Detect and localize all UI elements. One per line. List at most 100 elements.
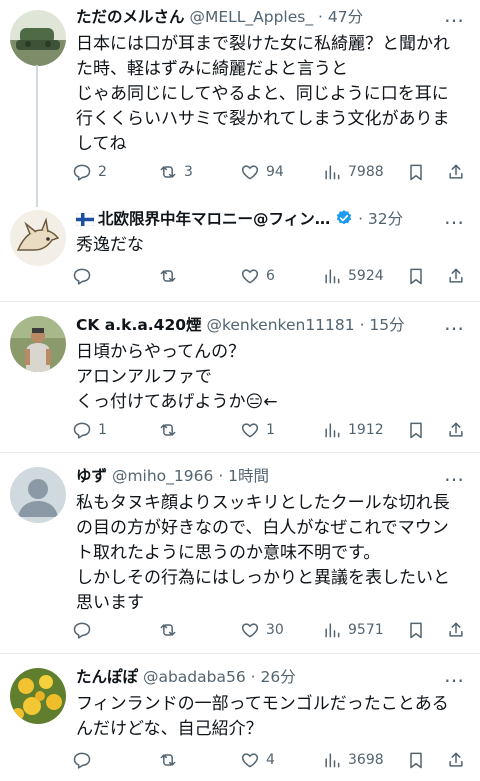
tweet-text: 私もタヌキ顔よりスッキリとしたクールな切れ長 の目の方が好きなので、白人がなぜこ… xyxy=(76,491,466,616)
views-button[interactable]: 3698 xyxy=(322,749,384,771)
tweet-text-line: んだけどな、自己紹介？ xyxy=(76,719,263,739)
bookmark-button[interactable] xyxy=(406,419,426,441)
bookmark-icon xyxy=(410,164,422,181)
view-count: 5924 xyxy=(348,268,384,284)
retweet-button[interactable] xyxy=(158,419,184,441)
action-bar: 2 3 94 7988 xyxy=(72,161,468,183)
action-bar: 6 5924 xyxy=(72,265,468,287)
reply-icon xyxy=(73,422,91,439)
tweet-text-line: アロンアルファで xyxy=(76,367,212,387)
tweet-text-line: の目の方が好きなので、白人がなぜこれでマウン xyxy=(76,518,449,538)
more-options-icon[interactable]: … xyxy=(442,665,466,690)
bookmark-icon xyxy=(410,752,422,769)
share-button[interactable] xyxy=(446,161,466,183)
share-icon xyxy=(449,164,463,179)
reply-button[interactable] xyxy=(72,619,98,641)
retweet-button[interactable]: 3 xyxy=(158,161,193,183)
view-count: 1912 xyxy=(348,422,384,438)
share-icon xyxy=(449,268,463,283)
heart-icon xyxy=(241,623,259,638)
like-button[interactable]: 94 xyxy=(240,161,284,183)
retweet-button[interactable] xyxy=(158,619,184,641)
avatar[interactable] xyxy=(10,210,66,266)
views-icon xyxy=(325,423,340,438)
tweet-text-line: 思います xyxy=(76,593,144,613)
reply-icon xyxy=(73,752,91,769)
reply-icon xyxy=(73,622,91,639)
timestamp[interactable]: · 1時間 xyxy=(218,467,269,485)
user-handle[interactable]: @miho_1966 xyxy=(112,467,213,485)
views-button[interactable]: 9571 xyxy=(322,619,384,641)
tweet-header: 北欧限界中年マロニー@フィン… · 32分 xyxy=(76,208,440,230)
view-count: 3698 xyxy=(348,752,384,768)
bookmark-button[interactable] xyxy=(406,265,426,287)
views-button[interactable]: 5924 xyxy=(322,265,384,287)
bookmark-icon xyxy=(410,622,422,639)
tweet[interactable]: 北欧限界中年マロニー@フィン… · 32分 … 秀逸だな 6 5924 xyxy=(0,200,480,300)
tweet-header: ゆず @miho_1966 · 1時間 xyxy=(76,465,440,487)
bookmark-button[interactable] xyxy=(406,161,426,183)
share-button[interactable] xyxy=(446,419,466,441)
tweet[interactable]: たんぽぽ @abadaba56 · 26分 … フィンランドの一部ってモンゴルだ… xyxy=(0,653,480,781)
reply-button[interactable] xyxy=(72,749,98,771)
bookmark-button[interactable] xyxy=(406,619,426,641)
display-name[interactable]: CK a.k.a.420煙 xyxy=(76,316,202,334)
tweet-text-line: くっ付けてあげようか😑← xyxy=(76,392,278,412)
user-handle[interactable]: @MELL_Apples_ xyxy=(189,8,313,26)
reply-icon xyxy=(73,268,91,285)
views-icon xyxy=(325,165,340,180)
timestamp[interactable]: · 47分 xyxy=(318,8,363,26)
more-options-icon[interactable]: … xyxy=(442,5,466,30)
more-options-icon[interactable]: … xyxy=(442,464,466,489)
display-name[interactable]: ゆず xyxy=(76,467,107,485)
share-button[interactable] xyxy=(446,265,466,287)
bookmark-button[interactable] xyxy=(406,749,426,771)
like-button[interactable]: 1 xyxy=(240,419,275,441)
timestamp[interactable]: · 15分 xyxy=(360,316,405,334)
reply-count: 1 xyxy=(98,422,107,438)
verified-badge-icon xyxy=(335,209,353,227)
finland-flag-icon xyxy=(76,210,95,227)
avatar[interactable] xyxy=(10,316,66,372)
views-button[interactable]: 1912 xyxy=(322,419,384,441)
views-icon xyxy=(325,623,340,638)
share-button[interactable] xyxy=(446,749,466,771)
tweet[interactable]: ただのメルさん @MELL_Apples_ · 47分 … 日本には口が耳まで裂… xyxy=(0,0,480,200)
reply-button[interactable]: 2 xyxy=(72,161,107,183)
display-name[interactable]: たんぽぽ xyxy=(76,668,138,686)
retweet-button[interactable] xyxy=(158,265,184,287)
display-name[interactable]: 北欧限界中年マロニー@フィン… xyxy=(98,210,330,228)
tweet-text-line: 日頃からやってんの？ xyxy=(76,342,246,362)
thread-connector-line xyxy=(36,65,38,207)
tweet-text-line: してね xyxy=(76,134,127,154)
timestamp[interactable]: · 32分 xyxy=(358,210,403,228)
avatar[interactable] xyxy=(10,668,66,724)
share-button[interactable] xyxy=(446,619,466,641)
timestamp[interactable]: · 26分 xyxy=(251,668,296,686)
more-options-icon[interactable]: … xyxy=(442,313,466,338)
like-button[interactable]: 30 xyxy=(240,619,284,641)
like-count: 1 xyxy=(266,422,275,438)
reply-button[interactable]: 1 xyxy=(72,419,107,441)
avatar[interactable] xyxy=(10,467,66,523)
display-name[interactable]: ただのメルさん xyxy=(76,8,185,26)
like-button[interactable]: 6 xyxy=(240,265,275,287)
action-bar: 1 1 1912 xyxy=(72,419,468,441)
like-count: 4 xyxy=(266,752,275,768)
tweet-text-line: しかしその行為にはしっかりと異議を表したいと xyxy=(76,568,450,588)
reply-button[interactable] xyxy=(72,265,98,287)
views-button[interactable]: 7988 xyxy=(322,161,384,183)
tweet[interactable]: CK a.k.a.420煙 @kenkenken11181 · 15分 … 日頃… xyxy=(0,301,480,451)
tweet-text-line: 秀逸だな xyxy=(76,235,144,255)
tweet[interactable]: ゆず @miho_1966 · 1時間 … 私もタヌキ顔よりスッキリとしたクール… xyxy=(0,452,480,652)
retweet-button[interactable] xyxy=(158,749,184,771)
more-options-icon[interactable]: … xyxy=(442,207,466,232)
user-handle[interactable]: @kenkenken11181 xyxy=(206,316,354,334)
heart-icon xyxy=(241,423,259,438)
tweet-header: CK a.k.a.420煙 @kenkenken11181 · 15分 xyxy=(76,314,440,336)
like-button[interactable]: 4 xyxy=(240,749,275,771)
tweet-text: 秀逸だな xyxy=(76,233,466,258)
avatar[interactable] xyxy=(10,10,66,66)
user-handle[interactable]: @abadaba56 xyxy=(143,668,246,686)
heart-icon xyxy=(241,165,259,180)
